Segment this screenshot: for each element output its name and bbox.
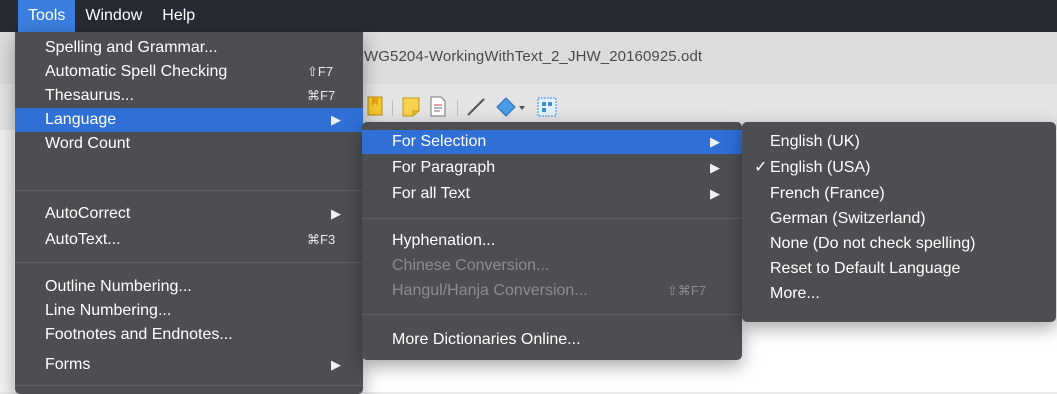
menu-item-label: Language — [45, 111, 117, 128]
language-option-english-uk[interactable]: English (UK) — [742, 130, 1056, 154]
menu-item-for-paragraph[interactable]: For Paragraph ▶ — [362, 156, 742, 180]
language-option-more[interactable]: More... — [742, 282, 1056, 306]
menu-item-label: Hangul/Hanja Conversion... — [392, 282, 588, 299]
menu-item-label: Thesaurus... — [45, 87, 134, 104]
menu-item-hangul-hanja-conversion: Hangul/Hanja Conversion... ⇧⌘F7 — [362, 279, 742, 303]
menu-item-forms[interactable]: Forms ▶ — [15, 353, 363, 377]
menu-item-thesaurus[interactable]: Thesaurus... ⌘F7 — [15, 84, 363, 108]
menu-item-automatic-spell-checking[interactable]: Automatic Spell Checking ⇧F7 — [15, 60, 363, 84]
menu-separator — [362, 218, 742, 219]
menu-item-label: For Selection — [392, 133, 487, 150]
menu-item-label: Automatic Spell Checking — [45, 63, 228, 80]
menu-separator — [15, 190, 363, 191]
menu-item-label: AutoText... — [45, 231, 121, 248]
shortcut-label: ⌘F3 — [307, 232, 336, 247]
menu-item-for-all-text[interactable]: For all Text ▶ — [362, 182, 742, 206]
menu-item-label: Line Numbering... — [45, 302, 172, 319]
bookmark-icon[interactable] — [366, 94, 386, 120]
menu-item-label: German (Switzerland) — [770, 210, 926, 227]
menu-window[interactable]: Window — [75, 0, 152, 32]
document-icon[interactable] — [428, 94, 448, 120]
language-option-french-france[interactable]: French (France) — [742, 182, 1056, 206]
menu-item-label: Forms — [45, 356, 91, 373]
menu-item-word-count[interactable]: Word Count — [15, 132, 363, 156]
shortcut-label: ⌘F7 — [307, 88, 336, 103]
checkmark-icon: ✓ — [754, 159, 768, 176]
menu-item-label: Spelling and Grammar... — [45, 39, 218, 56]
menu-item-label: English (UK) — [770, 133, 860, 150]
language-option-reset-default[interactable]: Reset to Default Language — [742, 257, 1056, 281]
image-icon[interactable] — [536, 94, 558, 120]
submenu-arrow-icon: ▶ — [710, 186, 720, 201]
menu-item-autotext[interactable]: AutoText... ⌘F3 — [15, 228, 363, 252]
menu-tools[interactable]: Tools — [18, 0, 76, 32]
menu-item-label: French (France) — [770, 185, 885, 202]
submenu-arrow-icon: ▶ — [331, 357, 341, 372]
menu-item-label: Reset to Default Language — [770, 260, 961, 277]
menu-item-label: Word Count — [45, 135, 131, 152]
shortcut-label: ⇧F7 — [307, 64, 334, 79]
for-selection-submenu: English (UK) ✓ English (USA) French (Fra… — [742, 122, 1056, 322]
menu-item-hyphenation[interactable]: Hyphenation... — [362, 229, 742, 253]
menu-separator — [362, 314, 742, 315]
language-option-english-usa[interactable]: ✓ English (USA) — [742, 156, 1056, 180]
menu-item-label: More... — [770, 285, 820, 302]
menu-item-label: English (USA) — [770, 159, 871, 176]
document-ruler-left — [0, 130, 15, 392]
menu-item-outline-numbering[interactable]: Outline Numbering... — [15, 275, 363, 299]
menu-item-label: Footnotes and Endnotes... — [45, 326, 233, 343]
menu-item-label: None (Do not check spelling) — [770, 235, 976, 252]
menu-item-chinese-conversion: Chinese Conversion... — [362, 254, 742, 278]
toolbar-separator — [392, 100, 393, 116]
language-option-none[interactable]: None (Do not check spelling) — [742, 232, 1056, 256]
sticky-note-icon[interactable] — [400, 94, 422, 120]
chevron-down-icon[interactable] — [518, 104, 526, 112]
shortcut-label: ⇧⌘F7 — [667, 283, 707, 298]
menu-item-label: For Paragraph — [392, 159, 496, 176]
menu-item-spelling-and-grammar[interactable]: Spelling and Grammar... — [15, 36, 363, 60]
menu-separator — [15, 262, 363, 263]
menu-help[interactable]: Help — [152, 0, 205, 32]
submenu-arrow-icon: ▶ — [331, 206, 341, 221]
menu-item-label: More Dictionaries Online... — [392, 331, 581, 348]
menu-bar: Tools Window Help — [0, 0, 1057, 32]
toolbar-separator — [457, 100, 458, 116]
submenu-arrow-icon: ▶ — [331, 112, 341, 127]
menu-item-line-numbering[interactable]: Line Numbering... — [15, 299, 363, 323]
basic-shapes-icon[interactable] — [494, 94, 518, 120]
menu-item-label: Chinese Conversion... — [392, 257, 550, 274]
menu-item-label: Hyphenation... — [392, 232, 496, 249]
menu-item-label: Outline Numbering... — [45, 278, 192, 295]
menu-item-footnotes-and-endnotes[interactable]: Footnotes and Endnotes... — [15, 323, 363, 347]
tools-menu: Spelling and Grammar... Automatic Spell … — [15, 32, 363, 394]
submenu-arrow-icon: ▶ — [710, 160, 720, 175]
document-title: WG5204-WorkingWithText_2_JHW_20160925.od… — [364, 48, 703, 65]
menu-separator — [15, 385, 363, 386]
menu-item-label: For all Text — [392, 185, 470, 202]
line-tool-icon[interactable] — [464, 94, 488, 120]
submenu-arrow-icon: ▶ — [710, 134, 720, 149]
menu-item-language[interactable]: Language ▶ — [15, 108, 363, 132]
language-submenu: For Selection ▶ For Paragraph ▶ For all … — [362, 122, 742, 360]
menu-item-label: AutoCorrect — [45, 205, 131, 222]
menu-item-autocorrect[interactable]: AutoCorrect ▶ — [15, 202, 363, 226]
menu-item-more-dictionaries-online[interactable]: More Dictionaries Online... — [362, 328, 742, 352]
menu-item-for-selection[interactable]: For Selection ▶ — [362, 130, 742, 154]
language-option-german-switzerland[interactable]: German (Switzerland) — [742, 207, 1056, 231]
